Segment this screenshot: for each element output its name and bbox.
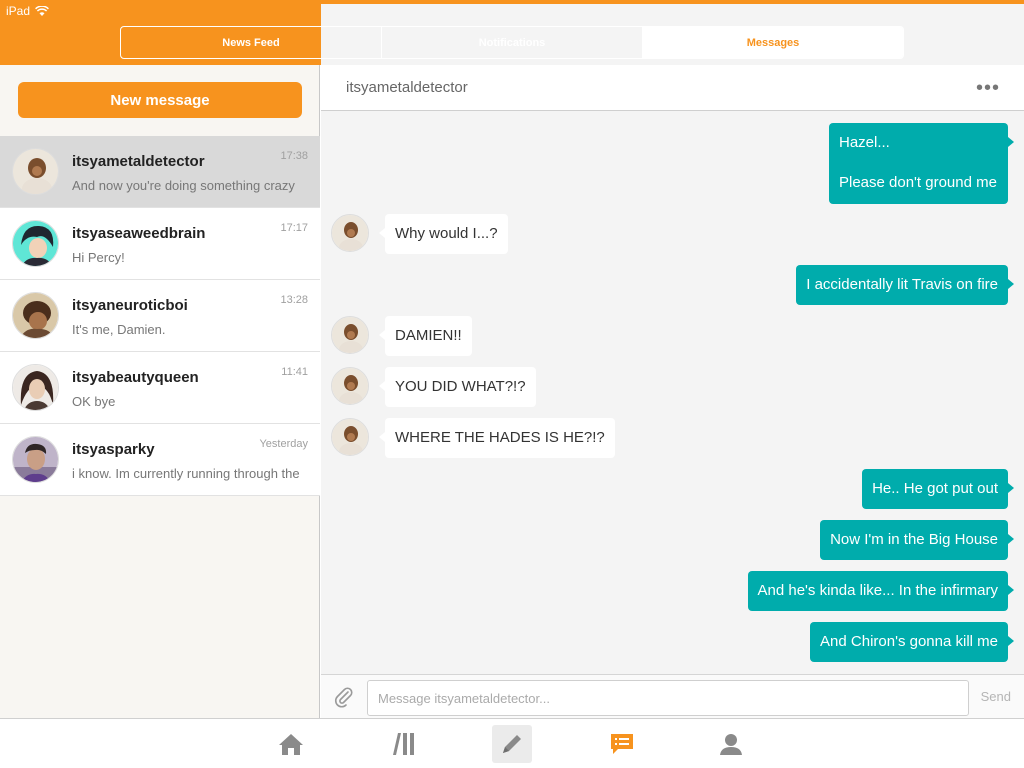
message-line: Please don't ground me: [839, 174, 997, 191]
conversation-preview: Hi Percy!: [72, 250, 125, 265]
conversation-time: Yesterday: [259, 438, 308, 450]
chat-pane: itsyametaldetector ••• Hazel... Please d…: [321, 65, 1024, 718]
conversation-time: 17:17: [280, 222, 308, 234]
incoming-message: Why would I...?: [379, 214, 508, 254]
avatar: [331, 214, 369, 252]
conversation-item[interactable]: itsyametaldetector 17:38 And now you're …: [0, 136, 320, 208]
messages-tab[interactable]: [602, 725, 642, 763]
paperclip-icon[interactable]: [333, 686, 355, 708]
incoming-message: DAMIEN!!: [379, 316, 472, 356]
home-icon: [279, 734, 303, 755]
conversation-name: itsyaneuroticboi: [72, 297, 188, 314]
conversation-time: 17:38: [280, 150, 308, 162]
incoming-message: YOU DID WHAT?!?: [379, 367, 536, 407]
chat-title: itsyametaldetector: [346, 79, 468, 96]
conversation-name: itsyaseaweedbrain: [72, 225, 206, 242]
avatar: [12, 364, 59, 411]
incoming-message: WHERE THE HADES IS HE?!?: [379, 418, 615, 458]
person-icon: [720, 734, 742, 755]
profile-tab[interactable]: [711, 725, 751, 763]
new-message-button[interactable]: New message: [18, 82, 302, 118]
tab-news-feed[interactable]: News Feed: [121, 27, 382, 58]
avatar: [331, 316, 369, 354]
pencil-icon: [503, 735, 521, 753]
avatar: [12, 148, 59, 195]
conversation-name: itsyasparky: [72, 441, 155, 458]
conversation-pane: New message itsyametaldetector 17:38 And…: [0, 65, 320, 718]
conversation-preview: i know. Im currently running through the: [72, 466, 300, 481]
outgoing-message: And Chiron's gonna kill me: [810, 622, 1014, 662]
tab-notifications[interactable]: Notifications: [382, 27, 643, 58]
library-icon: [393, 733, 414, 755]
chat-header: itsyametaldetector •••: [321, 65, 1024, 111]
conversation-preview: OK bye: [72, 394, 116, 409]
status-bar: iPad 17:39 7%: [0, 0, 1024, 657]
conversation-preview: And now you're doing something crazy: [72, 178, 295, 193]
top-bar: iPad 17:39 7% News Feed Notificati: [0, 0, 1024, 657]
conversation-preview: It's me, Damien.: [72, 322, 166, 337]
message-composer: Send: [321, 674, 1024, 718]
library-tab[interactable]: [383, 725, 423, 763]
avatar: [12, 220, 59, 267]
section-switcher: News Feed Notifications Messages: [120, 26, 904, 59]
avatar: [12, 292, 59, 339]
outgoing-message: Hazel... Please don't ground me: [829, 123, 1014, 204]
outgoing-message: I accidentally lit Travis on fire: [796, 265, 1014, 305]
message-input[interactable]: [367, 680, 969, 716]
more-options-icon[interactable]: •••: [976, 77, 1000, 100]
conversation-item[interactable]: itsyaseaweedbrain 17:17 Hi Percy!: [0, 208, 320, 280]
chat-icon: [611, 734, 633, 754]
avatar: [331, 418, 369, 456]
conversation-name: itsyabeautyqueen: [72, 369, 199, 386]
avatar: [331, 367, 369, 405]
outgoing-message: He.. He got put out: [862, 469, 1014, 509]
conversation-list: itsyametaldetector 17:38 And now you're …: [0, 136, 320, 496]
conversation-item[interactable]: itsyabeautyqueen 11:41 OK bye: [0, 352, 320, 424]
avatar: [12, 436, 59, 483]
conversation-name: itsyametaldetector: [72, 153, 205, 170]
conversation-item[interactable]: itsyaneuroticboi 13:28 It's me, Damien.: [0, 280, 320, 352]
outgoing-message: And he's kinda like... In the infirmary: [747, 571, 1015, 611]
message-line: Hazel...: [839, 134, 890, 151]
conversation-time: 11:41: [281, 366, 308, 378]
tab-messages[interactable]: Messages: [643, 27, 903, 58]
conversation-item[interactable]: itsyasparky Yesterday i know. Im current…: [0, 424, 320, 496]
send-button[interactable]: Send: [981, 689, 1011, 704]
home-tab[interactable]: [271, 725, 311, 763]
compose-tab[interactable]: [492, 725, 532, 763]
conversation-time: 13:28: [280, 294, 308, 306]
outgoing-message: Now I'm in the Big House: [820, 520, 1014, 560]
bottom-tab-bar: [0, 718, 1024, 768]
